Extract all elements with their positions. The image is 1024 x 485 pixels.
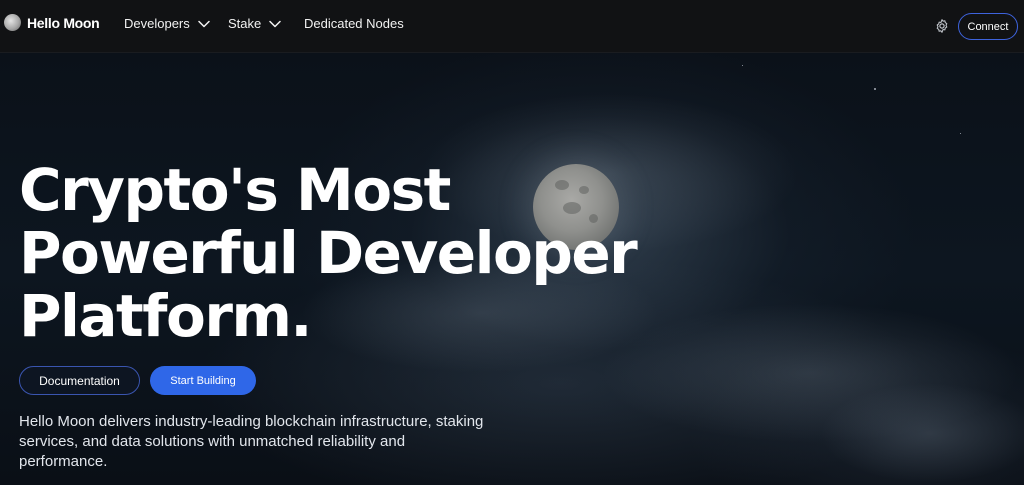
- nav-item-developers[interactable]: Developers: [124, 16, 210, 31]
- hero-headline-line: Powerful Developer: [19, 219, 638, 287]
- hero-section: Crypto's Most Powerful Developer Platfor…: [0, 53, 1024, 485]
- hero-description: Hello Moon delivers industry-leading blo…: [19, 413, 484, 470]
- nav-item-label: Stake: [228, 16, 262, 31]
- start-building-button[interactable]: Start Building: [150, 366, 256, 395]
- star: [874, 88, 876, 90]
- hero-headline: Crypto's Most Powerful Developer Platfor…: [19, 159, 719, 348]
- hero-cloud: [820, 383, 1024, 483]
- documentation-button[interactable]: Documentation: [19, 366, 140, 395]
- star: [960, 133, 961, 134]
- chevron-down-icon: [269, 20, 281, 27]
- top-navbar: Hello Moon Developers Stake Dedicated No…: [0, 0, 1024, 53]
- moon-logo-icon: [4, 14, 21, 31]
- star: [742, 65, 743, 66]
- connect-button[interactable]: Connect: [958, 13, 1018, 40]
- brand-name: Hello Moon: [27, 14, 100, 31]
- nav-item-stake[interactable]: Stake: [228, 16, 281, 31]
- gear-icon[interactable]: [934, 18, 950, 34]
- nav-item-dedicated-nodes[interactable]: Dedicated Nodes: [304, 16, 404, 31]
- hero-headline-line: Crypto's Most: [19, 156, 451, 224]
- brand-link[interactable]: Hello Moon: [4, 14, 100, 31]
- hero-headline-line: Platform.: [19, 282, 312, 350]
- nav-item-label: Developers: [124, 16, 190, 31]
- nav-item-label: Dedicated Nodes: [304, 16, 404, 31]
- chevron-down-icon: [198, 20, 210, 27]
